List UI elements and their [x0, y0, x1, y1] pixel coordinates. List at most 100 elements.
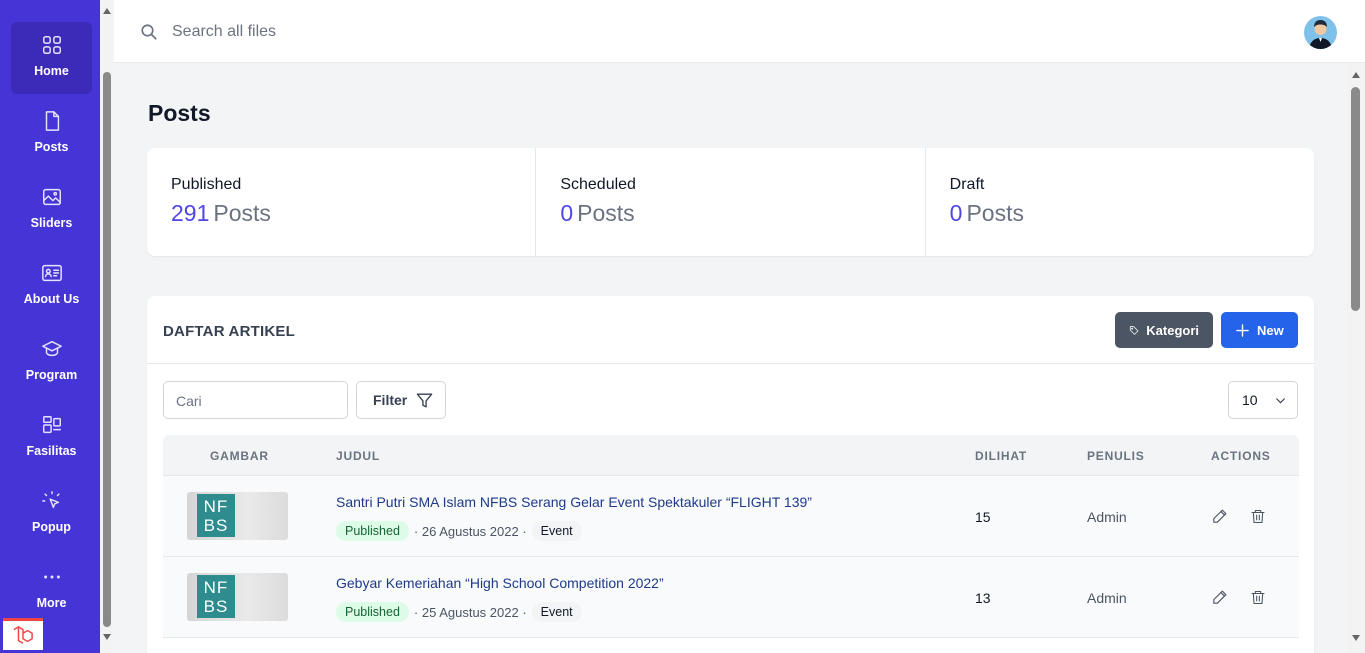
sidebar-item-label: Sliders: [30, 216, 73, 230]
filter-button[interactable]: Filter: [356, 381, 446, 419]
per-page-select[interactable]: 10: [1228, 381, 1298, 419]
sidebar-item-label: Fasilitas: [26, 444, 77, 458]
table-header: GAMBAR JUDUL DILIHAT PENULIS ACTIONS: [163, 435, 1299, 476]
search-input[interactable]: Search all files: [172, 23, 276, 41]
post-title-link[interactable]: Santri Putri SMA Islam NFBS Serang Gelar…: [336, 494, 812, 510]
edit-icon[interactable]: [1211, 589, 1228, 611]
nfbs-logo: NF BS: [197, 575, 235, 618]
sidebar-item-more[interactable]: More: [11, 554, 92, 626]
column-header-judul: JUDUL: [336, 449, 381, 463]
post-thumbnail: NF BS: [187, 492, 288, 540]
articles-card: DAFTAR ARTIKEL Kategori New Cari Filter …: [147, 296, 1314, 653]
scrollbar-thumb[interactable]: [103, 72, 111, 627]
stat-value: 291 Posts: [171, 200, 511, 227]
cursor-click-icon: [41, 491, 60, 509]
stat-count: 291: [171, 200, 210, 226]
card-title: DAFTAR ARTIKEL: [163, 323, 295, 340]
category-badge: Event: [531, 521, 582, 541]
stat-value: 0 Posts: [950, 200, 1290, 227]
sidebar-item-home[interactable]: Home: [11, 22, 92, 94]
table-row: NF BS Gebyar Kemeriahan “High School Comp…: [163, 557, 1299, 638]
post-author: Admin: [1087, 509, 1127, 525]
post-title-link[interactable]: Gebyar Kemeriahan “High School Competiti…: [336, 575, 664, 591]
scroll-up-arrow-icon[interactable]: [103, 8, 111, 14]
stat-unit: Posts: [577, 200, 635, 226]
scrollbar-thumb[interactable]: [1351, 87, 1360, 311]
grid-icon: [42, 36, 61, 54]
trash-icon[interactable]: [1250, 589, 1266, 611]
post-meta: Published · 26 Agustus 2022 · Event: [336, 521, 582, 541]
stat-count: 0: [560, 200, 574, 226]
post-thumbnail: NF BS: [187, 573, 288, 621]
sidebar-item-label: Posts: [34, 140, 69, 154]
sidebar-item-posts[interactable]: Posts: [11, 98, 92, 170]
top-header: Search all files: [114, 0, 1365, 63]
page-title: Posts: [148, 100, 211, 126]
laravel-debug-icon[interactable]: [3, 618, 43, 650]
sidebar-item-about-us[interactable]: About Us: [11, 250, 92, 322]
sidebar-item-label: About Us: [23, 292, 80, 306]
edit-icon[interactable]: [1211, 508, 1228, 530]
filter-label: Filter: [373, 392, 408, 408]
stat-unit: Posts: [966, 200, 1024, 226]
sidebar: Home Posts Sliders About Us Program Fasi…: [0, 0, 100, 653]
sidebar-item-sliders[interactable]: Sliders: [11, 174, 92, 246]
tag-icon: [1129, 325, 1139, 335]
column-header-penulis: PENULIS: [1087, 449, 1145, 463]
scroll-down-arrow-icon[interactable]: [1352, 635, 1360, 641]
status-badge: Published: [336, 521, 409, 541]
sidebar-scrollbar[interactable]: [100, 0, 114, 653]
stat-scheduled: Scheduled 0 Posts: [536, 148, 926, 256]
sidebar-item-label: Home: [34, 64, 69, 78]
new-label: New: [1257, 322, 1284, 338]
scroll-up-arrow-icon[interactable]: [1352, 72, 1360, 78]
nfbs-logo: NF BS: [197, 494, 235, 537]
articles-table: GAMBAR JUDUL DILIHAT PENULIS ACTIONS NF B…: [163, 435, 1299, 638]
ellipsis-icon: [43, 575, 60, 579]
document-icon: [45, 111, 59, 131]
scroll-down-arrow-icon[interactable]: [103, 634, 111, 640]
avatar[interactable]: [1304, 16, 1337, 49]
table-row: NF BS Santri Putri SMA Islam NFBS Serang …: [163, 476, 1299, 557]
sidebar-item-label: Popup: [32, 520, 71, 534]
id-card-icon: [41, 264, 62, 282]
kategori-button[interactable]: Kategori: [1115, 312, 1213, 348]
column-header-gambar: GAMBAR: [210, 449, 269, 463]
stat-label: Published: [171, 176, 242, 193]
column-header-dilihat: DILIHAT: [975, 449, 1028, 463]
sidebar-item-fasilitas[interactable]: Fasilitas: [11, 402, 92, 474]
post-meta: Published · 25 Agustus 2022 · Event: [336, 602, 582, 622]
stat-unit: Posts: [213, 200, 271, 226]
post-author: Admin: [1087, 590, 1127, 606]
main-scrollbar[interactable]: [1347, 63, 1365, 653]
image-icon: [42, 188, 61, 206]
chevron-down-icon: [1275, 397, 1285, 404]
stat-label: Scheduled: [560, 176, 636, 193]
sidebar-item-label: More: [36, 596, 67, 610]
post-date: · 25 Agustus 2022 ·: [413, 604, 527, 620]
sidebar-item-label: Program: [25, 368, 78, 382]
view-count: 13: [975, 590, 991, 606]
app-window: Home Posts Sliders About Us Program Fasi…: [0, 0, 1365, 653]
card-header: DAFTAR ARTIKEL Kategori New: [147, 296, 1314, 364]
stat-label: Draft: [949, 176, 985, 193]
layout-icon: [42, 416, 61, 434]
trash-icon[interactable]: [1250, 508, 1266, 530]
view-count: 15: [975, 509, 991, 525]
post-date: · 26 Agustus 2022 ·: [413, 523, 527, 539]
filter-icon: [416, 392, 433, 408]
post-stats: Published 291 Posts Scheduled 0 Posts Draf…: [147, 148, 1314, 256]
plus-icon: [1236, 323, 1249, 337]
new-post-button[interactable]: New: [1221, 312, 1298, 348]
kategori-label: Kategori: [1146, 322, 1199, 338]
stat-value: 0 Posts: [560, 200, 900, 227]
stat-count: 0: [949, 200, 963, 226]
search-field[interactable]: Cari: [163, 381, 348, 419]
sidebar-item-popup[interactable]: Popup: [11, 478, 92, 550]
search-icon[interactable]: [140, 23, 158, 46]
status-badge: Published: [336, 602, 409, 622]
category-badge: Event: [531, 602, 582, 622]
sidebar-item-program[interactable]: Program: [11, 326, 92, 398]
column-header-actions: ACTIONS: [1211, 449, 1271, 463]
stat-draft: Draft 0 Posts: [926, 148, 1314, 256]
